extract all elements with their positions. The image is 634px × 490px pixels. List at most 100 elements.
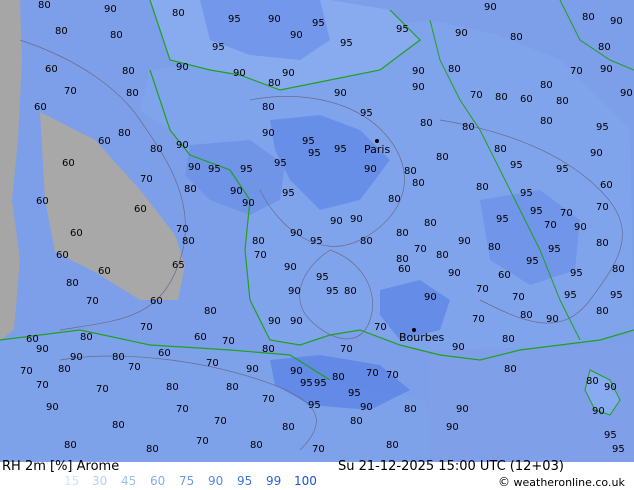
contour-label: 95	[348, 388, 361, 399]
contour-label: 80	[112, 352, 125, 363]
contour-label: 90	[574, 222, 587, 233]
contour-label: 80	[404, 404, 417, 415]
contour-label: 70	[140, 322, 153, 333]
contour-label: 90	[70, 352, 83, 363]
scale-value: 99	[266, 474, 282, 488]
contour-label: 80	[350, 416, 363, 427]
contour-label: 90	[188, 162, 201, 173]
contour-label: 80	[504, 364, 517, 375]
contour-label: 95	[310, 236, 323, 247]
contour-label: 70	[560, 208, 573, 219]
contour-label: 80	[386, 440, 399, 451]
contour-label: 80	[58, 364, 71, 375]
contour-label: 80	[540, 116, 553, 127]
scale-value: 60	[150, 474, 166, 488]
contour-label: 70	[64, 86, 77, 97]
contour-label: 80	[80, 332, 93, 343]
contour-label: 80	[150, 144, 163, 155]
contour-label: 60	[36, 196, 49, 207]
contour-label: 90	[290, 316, 303, 327]
contour-label: 90	[364, 164, 377, 175]
contour-label: 90	[600, 64, 613, 75]
contour-label: 90	[46, 402, 59, 413]
contour-label: 80	[344, 286, 357, 297]
contour-label: 80	[182, 236, 195, 247]
contour-label: 90	[262, 128, 275, 139]
contour-label: 90	[446, 422, 459, 433]
contour-label: 70	[20, 366, 33, 377]
contour-label: 95	[302, 136, 315, 147]
contour-label: 90	[424, 292, 437, 303]
contour-label: 95	[208, 164, 221, 175]
contour-label: 80	[55, 26, 68, 37]
contour-label: 90	[412, 82, 425, 93]
contour-label: 70	[386, 370, 399, 381]
credit[interactable]: © weatheronline.co.uk	[498, 475, 625, 489]
contour-label: 95	[520, 188, 533, 199]
contour-label: 90	[610, 16, 623, 27]
contour-label: 90	[288, 286, 301, 297]
contour-label: 95	[612, 444, 625, 455]
contour-label: 80	[582, 12, 595, 23]
map-canvas: Paris Bourbes 80 90 80 95 90 95 90 95 90…	[0, 0, 634, 462]
contour-label: 80	[112, 420, 125, 431]
contour-label: 80	[520, 310, 533, 321]
contour-label: 80	[38, 0, 51, 11]
contour-label: 90	[36, 344, 49, 355]
contour-label: 80	[412, 178, 425, 189]
contour-label: 95	[340, 38, 353, 49]
contour-label: 60	[150, 296, 163, 307]
contour-label: 90	[282, 68, 295, 79]
contour-label: 60	[600, 180, 613, 191]
contour-label: 80	[360, 236, 373, 247]
contour-label: 95	[530, 206, 543, 217]
contour-label: 70	[312, 444, 325, 455]
rh-map: Paris Bourbes 80 90 80 95 90 95 90 95 90…	[0, 0, 634, 462]
copyright-symbol: ©	[498, 475, 510, 489]
contour-label: 80	[204, 306, 217, 317]
contour-label: 90	[268, 14, 281, 25]
scale-value: 15	[64, 474, 80, 488]
contour-label: 95	[596, 122, 609, 133]
contour-label: 90	[330, 216, 343, 227]
contour-label: 95	[316, 272, 329, 283]
contour-label: 80	[596, 306, 609, 317]
scale-value: 30	[92, 474, 108, 488]
contour-label: 70	[86, 296, 99, 307]
contour-label: 70	[476, 284, 489, 295]
contour-label: 80	[166, 382, 179, 393]
contour-label: 95	[240, 164, 253, 175]
contour-label: 90	[412, 66, 425, 77]
contour-label: 80	[252, 236, 265, 247]
contour-label: 80	[586, 376, 599, 387]
contour-label: 90	[290, 30, 303, 41]
scale-value: 90	[208, 474, 224, 488]
contour-label: 70	[262, 394, 275, 405]
contour-label: 95	[564, 290, 577, 301]
contour-label: 80	[126, 88, 139, 99]
contour-label: 90	[360, 402, 373, 413]
contour-label: 90	[230, 186, 243, 197]
contour-label: 80	[262, 344, 275, 355]
contour-label: 80	[436, 250, 449, 261]
contour-label: 60	[134, 204, 147, 215]
contour-label: 95	[326, 286, 339, 297]
contour-label: 90	[484, 2, 497, 13]
contour-label: 80	[118, 128, 131, 139]
contour-label: 90	[604, 382, 617, 393]
contour-label: 80	[268, 78, 281, 89]
contour-label: 70	[96, 384, 109, 395]
contour-label: 90	[233, 68, 246, 79]
contour-label: 95	[604, 430, 617, 441]
contour-label: 60	[45, 64, 58, 75]
contour-label: 70	[544, 220, 557, 231]
contour-label: 90	[246, 364, 259, 375]
contour-label: 60	[98, 136, 111, 147]
contour-label: 95	[556, 164, 569, 175]
contour-label: 60	[158, 348, 171, 359]
contour-label: 90	[176, 62, 189, 73]
contour-label: 70	[472, 314, 485, 325]
contour-label: 60	[98, 266, 111, 277]
contour-label: 70	[222, 336, 235, 347]
contour-label: 80	[476, 182, 489, 193]
